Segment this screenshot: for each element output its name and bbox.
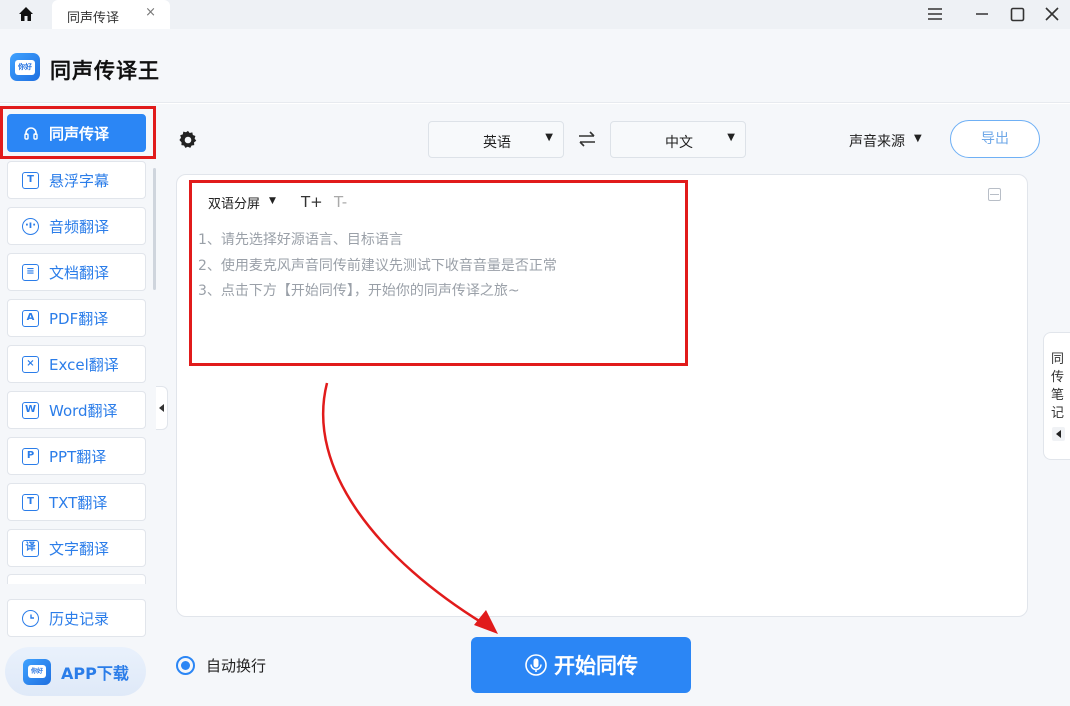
sidebar-item-pdf-translation[interactable]: A PDF翻译 [7, 299, 146, 337]
start-interpretation-button[interactable]: 开始同传 [471, 637, 691, 693]
title-bar: 同声传译 × [0, 0, 1070, 29]
app-download-label: APP下载 [61, 663, 129, 683]
headphones-icon [22, 125, 39, 142]
app-header: 你好 同声传译王 [0, 29, 1070, 103]
sidebar-item-label: TXT翻译 [49, 493, 108, 512]
ppt-icon: P [22, 447, 39, 465]
clock-icon [22, 609, 39, 627]
dropdown-arrow-icon: ▼ [727, 132, 735, 143]
display-mode-select[interactable]: 双语分屏 [208, 193, 260, 212]
app-title: 同声传译王 [50, 59, 160, 83]
source-language-select[interactable]: 英语 ▼ [428, 121, 564, 158]
app-download-button[interactable]: 你好 APP下载 [5, 647, 146, 696]
start-button-label: 开始同传 [554, 654, 638, 678]
font-decrease-button[interactable]: T- [334, 193, 347, 211]
sidebar-item-txt-translation[interactable]: T TXT翻译 [7, 483, 146, 521]
dropdown-arrow-icon[interactable]: ▼ [914, 133, 922, 144]
sidebar-item-label: 历史记录 [49, 609, 110, 628]
sidebar-item-audio-translation[interactable]: ·ı· 音频翻译 [7, 207, 146, 245]
dropdown-arrow-icon: ▼ [545, 132, 553, 143]
sidebar-item-text-translation[interactable]: 译 文字翻译 [7, 529, 146, 567]
tab-close-icon[interactable]: × [145, 5, 156, 20]
tip-line: 1、请先选择好源语言、目标语言 [198, 232, 403, 248]
swap-languages-icon[interactable] [576, 128, 598, 150]
txt-icon: T [22, 493, 39, 511]
pdf-icon: A [22, 309, 39, 327]
sidebar-item-partial[interactable] [7, 574, 146, 584]
sidebar-item-word-translation[interactable]: W Word翻译 [7, 391, 146, 429]
target-language-select[interactable]: 中文 ▼ [610, 121, 746, 158]
menu-icon[interactable] [920, 2, 950, 26]
caret-left-icon [1052, 427, 1065, 441]
notes-side-tab[interactable]: 同传笔记 [1043, 332, 1070, 460]
app-logo-icon: 你好 [10, 53, 40, 81]
text-icon: T [22, 171, 39, 189]
tip-line: 2、使用麦克风声音同传前建议先测试下收音音量是否正常 [198, 258, 557, 274]
translate-icon: 译 [22, 539, 39, 557]
export-button[interactable]: 导出 [950, 120, 1040, 158]
sidebar-item-label: PPT翻译 [49, 447, 107, 466]
sidebar-item-label: 文字翻译 [49, 539, 110, 558]
app-logo-icon: 你好 [23, 658, 51, 685]
sidebar-item-simultaneous-interpretation[interactable]: 同声传译 [7, 114, 146, 152]
sidebar-item-label: 音频翻译 [49, 217, 110, 236]
sidebar-item-document-translation[interactable]: ≡ 文档翻译 [7, 253, 146, 291]
auto-wrap-radio[interactable] [176, 656, 195, 675]
sidebar-item-label: PDF翻译 [49, 309, 109, 328]
sidebar-item-label: 同声传译 [49, 124, 110, 143]
sidebar-item-history[interactable]: 历史记录 [7, 599, 146, 637]
source-language-value: 英语 [483, 135, 511, 151]
notes-tab-label: 同传笔记 [1051, 352, 1065, 421]
document-icon: ≡ [22, 263, 39, 281]
excel-icon: × [22, 355, 39, 373]
auto-wrap-label: 自动换行 [206, 657, 267, 675]
target-language-value: 中文 [665, 135, 693, 151]
tab-label: 同声传译 [67, 11, 120, 26]
dropdown-arrow-icon[interactable]: ▼ [269, 196, 276, 206]
audio-icon: ·ı· [22, 217, 39, 235]
tab-simultaneous-interpretation[interactable]: 同声传译 × [52, 0, 170, 29]
caret-left-icon [158, 404, 164, 412]
sidebar-item-floating-subtitles[interactable]: T 悬浮字幕 [7, 161, 146, 199]
auto-wrap-option[interactable]: 自动换行 [176, 655, 266, 676]
font-increase-button[interactable]: T+ [301, 193, 323, 211]
sidebar-item-ppt-translation[interactable]: P PPT翻译 [7, 437, 146, 475]
sidebar-collapse-handle[interactable] [156, 386, 168, 430]
layout-toggle-icon[interactable] [988, 188, 1001, 201]
tip-line: 3、点击下方【开始同传】，开始你的同声传译之旅~ [198, 283, 520, 299]
home-icon[interactable] [12, 4, 40, 24]
sidebar-item-label: 悬浮字幕 [49, 171, 110, 190]
sidebar-item-label: 文档翻译 [49, 263, 110, 282]
sidebar-item-excel-translation[interactable]: × Excel翻译 [7, 345, 146, 383]
minimize-icon[interactable] [967, 2, 997, 26]
maximize-icon[interactable] [1002, 2, 1032, 26]
word-icon: W [22, 401, 39, 419]
sidebar-item-label: Excel翻译 [49, 355, 119, 374]
close-icon[interactable] [1037, 2, 1067, 26]
sound-source-select[interactable]: 声音来源 [849, 131, 905, 151]
sidebar-item-label: Word翻译 [49, 401, 118, 420]
microphone-icon [525, 654, 547, 676]
gear-icon[interactable] [177, 129, 199, 151]
